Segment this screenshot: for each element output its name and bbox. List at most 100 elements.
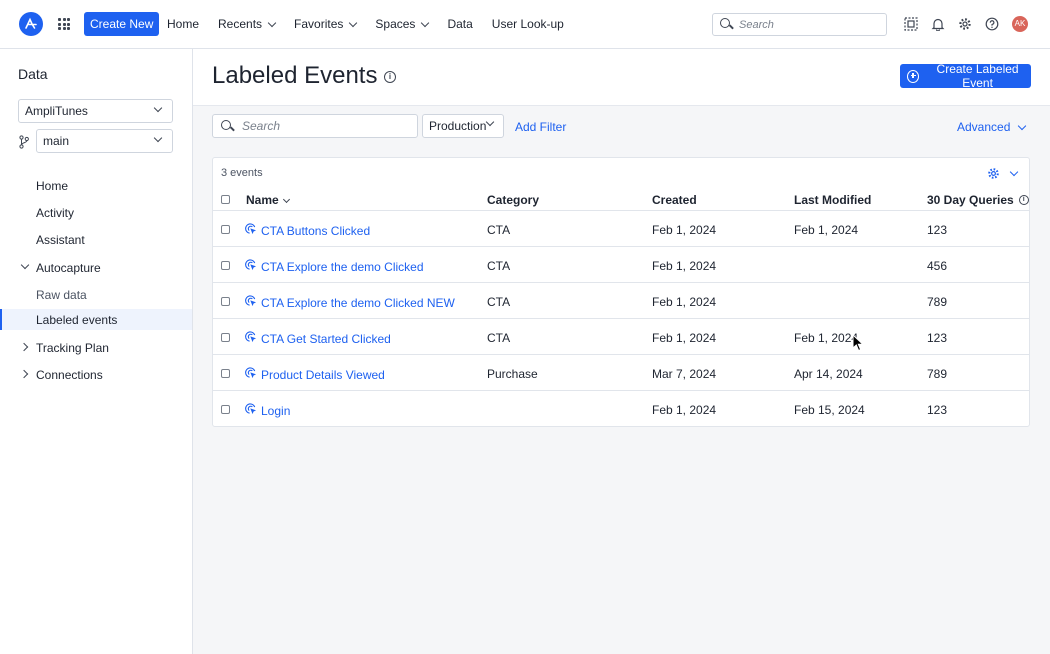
sidebar-item-assistant[interactable]: Assistant: [0, 229, 192, 250]
sidebar-item-labeled-events[interactable]: Labeled events: [0, 309, 192, 330]
table-row[interactable]: CTA Explore the demo Clicked NEW CTA Feb 1…: [213, 283, 1029, 319]
chevron-down-icon: [20, 260, 30, 270]
project-select[interactable]: AmpliTunes: [18, 99, 173, 123]
column-queries-label: 30 Day Queries: [927, 193, 1014, 207]
sidebar-item-activity[interactable]: Activity: [0, 202, 192, 223]
row-checkbox[interactable]: [221, 225, 230, 234]
table-row[interactable]: CTA Get Started Clicked CTA Feb 1, 2024 Feb…: [213, 319, 1029, 355]
app-grid-icon[interactable]: [58, 18, 70, 30]
bell-icon[interactable]: [931, 17, 945, 31]
autocapture-event-icon: [245, 403, 257, 415]
autocapture-event-icon: [245, 223, 257, 235]
add-filter-link[interactable]: Add Filter: [515, 120, 566, 134]
top-utility-icons: AK: [904, 16, 1028, 32]
nav-home[interactable]: Home: [167, 17, 199, 31]
table-row[interactable]: CTA Buttons Clicked CTA Feb 1, 2024 Feb 1, …: [213, 211, 1029, 247]
sidebar-item-raw-data[interactable]: Raw data: [0, 284, 192, 305]
sidebar-item-tracking-plan[interactable]: Tracking Plan: [0, 337, 192, 358]
branch-icon: [19, 135, 29, 149]
event-created-date: Feb 1, 2024: [652, 295, 717, 309]
info-icon[interactable]: i: [1018, 195, 1029, 205]
column-category[interactable]: Category: [487, 193, 539, 207]
sidebar-item-autocapture[interactable]: Autocapture: [0, 257, 192, 278]
sidebar-item-label: Tracking Plan: [36, 340, 109, 355]
table-header: Name Category Created Last Modified 30 D…: [213, 188, 1029, 211]
event-name-link[interactable]: CTA Explore the demo Clicked NEW: [261, 296, 455, 310]
nav-home-label: Home: [167, 17, 200, 31]
nav-user-lookup[interactable]: User Look-up: [492, 17, 564, 31]
nav-favorites[interactable]: Favorites: [294, 17, 358, 31]
event-last-modified-date: Feb 15, 2024: [794, 403, 865, 417]
global-search[interactable]: [712, 13, 887, 36]
amplitude-logo-icon[interactable]: [19, 12, 43, 36]
environment-select-value: Production: [429, 119, 487, 133]
sidebar: Data AmpliTunes main Home Activity Assis…: [0, 49, 193, 654]
sidebar-item-label: Assistant: [36, 232, 85, 247]
table-settings-menu[interactable]: [987, 167, 1019, 180]
nav-favorites-label: Favorites: [294, 17, 344, 31]
user-avatar[interactable]: AK: [1012, 16, 1028, 32]
nav-data[interactable]: Data: [447, 17, 472, 31]
event-query-count: 123: [927, 331, 948, 345]
event-name-link[interactable]: CTA Get Started Clicked: [261, 332, 391, 346]
table-row[interactable]: Product Details Viewed Purchase Mar 7, 202…: [213, 355, 1029, 391]
sidebar-item-label: Labeled events: [36, 312, 118, 327]
autocapture-event-icon: [245, 367, 257, 379]
sidebar-item-label: Connections: [36, 367, 103, 382]
event-search-input[interactable]: [242, 119, 412, 133]
sidebar-title: Data: [18, 66, 48, 82]
column-last-modified[interactable]: Last Modified: [794, 193, 871, 207]
events-table-card: 3 events Name Category Created Last Modi…: [212, 157, 1030, 427]
global-search-input[interactable]: [739, 18, 879, 31]
event-last-modified-date: Apr 14, 2024: [794, 367, 863, 381]
event-category: Purchase: [487, 367, 538, 381]
event-name-link[interactable]: CTA Buttons Clicked: [261, 224, 370, 238]
top-navigation-bar: Create New Home Recents Favorites Spaces…: [0, 0, 1050, 49]
event-query-count: 789: [927, 295, 948, 309]
main-content: Labeled Events i Create Labeled Event Pr…: [193, 49, 1050, 654]
table-row[interactable]: Login Feb 1, 2024 Feb 15, 2024 123: [213, 391, 1029, 427]
nav-recents[interactable]: Recents: [218, 17, 277, 31]
event-name-link[interactable]: Login: [261, 404, 290, 418]
create-new-button[interactable]: Create New: [84, 12, 160, 36]
page-title: Labeled Events: [212, 62, 378, 89]
select-all-checkbox[interactable]: [221, 195, 230, 204]
column-last-modified-label: Last Modified: [794, 193, 872, 207]
create-labeled-event-button[interactable]: Create Labeled Event: [900, 62, 1031, 90]
project-select-value: AmpliTunes: [25, 104, 88, 118]
event-category: CTA: [487, 223, 511, 237]
help-icon[interactable]: [985, 17, 999, 31]
column-queries[interactable]: 30 Day Queries i: [927, 193, 1029, 207]
sidebar-item-label: Autocapture: [36, 260, 101, 275]
row-checkbox[interactable]: [221, 261, 230, 270]
row-checkbox[interactable]: [221, 369, 230, 378]
row-checkbox[interactable]: [221, 333, 230, 342]
search-icon: [221, 119, 234, 133]
event-name-link[interactable]: Product Details Viewed: [261, 368, 385, 382]
sidebar-item-label: Raw data: [36, 287, 87, 302]
column-created[interactable]: Created: [652, 193, 697, 207]
event-name-link[interactable]: CTA Explore the demo Clicked: [261, 260, 424, 274]
sort-desc-icon: [282, 195, 290, 203]
column-name[interactable]: Name: [246, 193, 290, 207]
info-icon[interactable]: i: [384, 71, 396, 83]
chevron-down-icon: [267, 18, 277, 27]
chevron-down-icon: [485, 117, 495, 127]
nav-spaces[interactable]: Spaces: [375, 17, 430, 31]
gear-icon[interactable]: [958, 17, 972, 31]
autocapture-event-icon: [245, 295, 257, 307]
frame-select-icon[interactable]: [904, 17, 918, 31]
main-nav: Home Recents Favorites Spaces Data User …: [167, 0, 564, 48]
row-checkbox[interactable]: [221, 297, 230, 306]
nav-recents-label: Recents: [218, 17, 263, 31]
sidebar-item-home[interactable]: Home: [0, 175, 192, 196]
row-checkbox[interactable]: [221, 405, 230, 414]
branch-select[interactable]: main: [36, 129, 173, 153]
event-created-date: Feb 1, 2024: [652, 403, 717, 417]
environment-select[interactable]: Production: [422, 114, 504, 138]
chevron-down-icon: [421, 18, 430, 27]
event-search[interactable]: [212, 114, 418, 138]
advanced-toggle[interactable]: Advanced: [957, 120, 1027, 134]
table-row[interactable]: CTA Explore the demo Clicked CTA Feb 1, 20…: [213, 247, 1029, 283]
sidebar-item-connections[interactable]: Connections: [0, 364, 192, 385]
